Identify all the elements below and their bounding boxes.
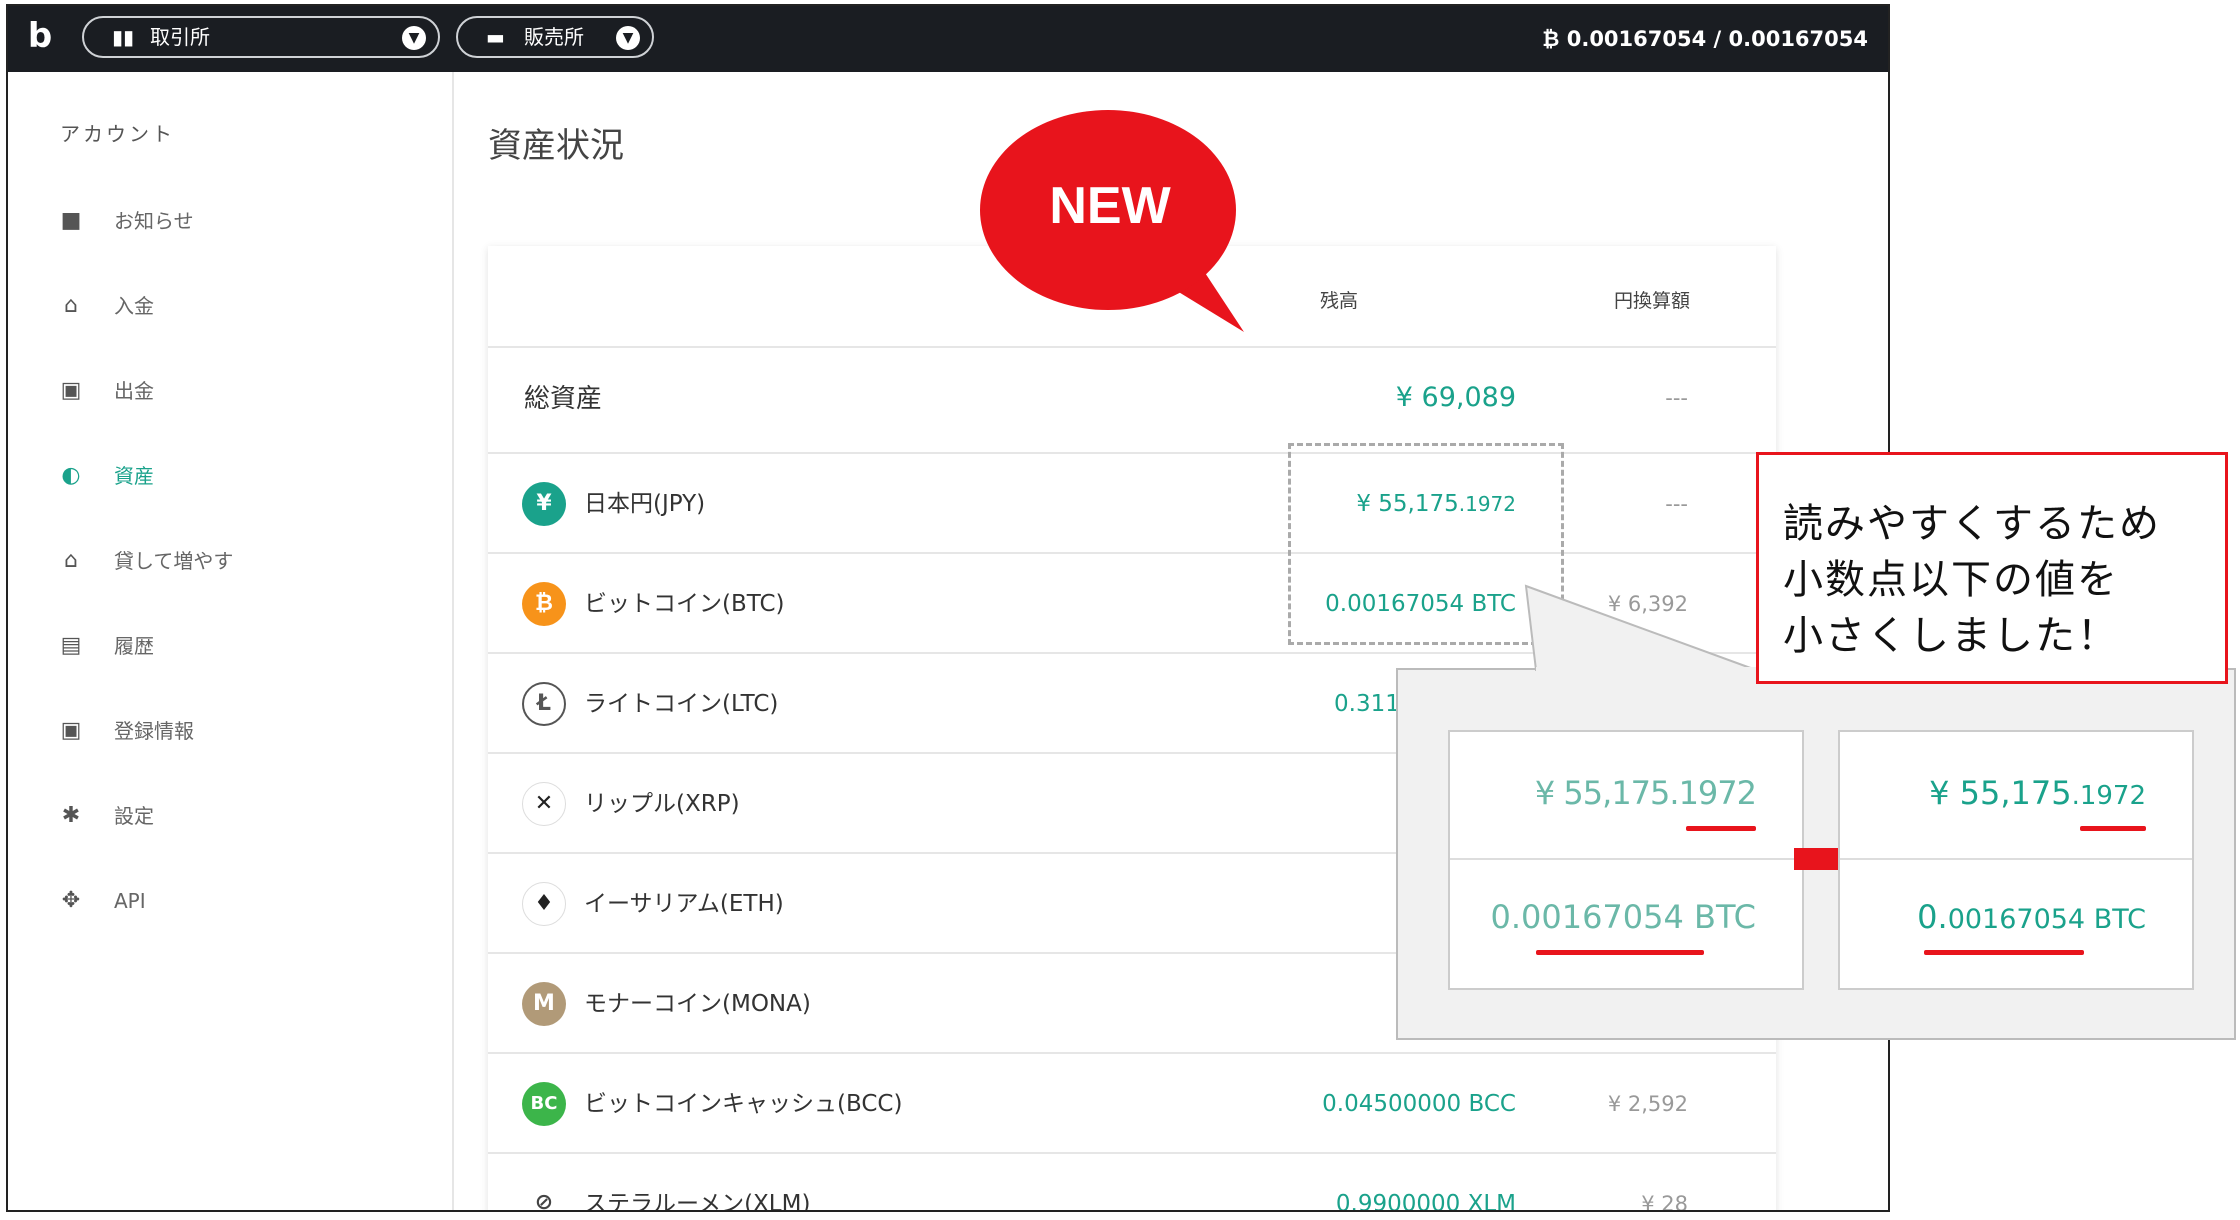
yen-coin-icon: ¥ [522, 482, 566, 526]
id-badge-icon: ▣ [60, 718, 82, 743]
after-jpy-integer: ¥ 55,175 [1929, 774, 2072, 812]
underline-mark [2080, 826, 2146, 831]
currency-name: ビットコインキャッシュ(BCC) [584, 1091, 903, 1117]
sidebar-item-profile[interactable]: ▣ 登録情報 [58, 711, 418, 751]
ripple-coin-icon: ✕ [522, 782, 566, 826]
sidebar-item-api[interactable]: ✥ API [58, 881, 418, 921]
callout-line-1: 読みやすくするため [1783, 501, 2161, 547]
total-label: 総資産 [524, 384, 603, 414]
sidebar-item-label: 登録情報 [114, 719, 194, 743]
sidebar-item-label: お知らせ [114, 209, 194, 233]
sidebar-item-withdraw[interactable]: ▣ 出金 [58, 371, 418, 411]
table-row[interactable]: BC ビットコインキャッシュ(BCC) 0.04500000 BCC ¥ 2,5… [488, 1052, 1776, 1152]
gear-icon: ✱ [61, 803, 81, 828]
bitcoin-cash-coin-icon: BC [522, 1082, 566, 1126]
sidebar-item-assets[interactable]: ◐ 資産 [58, 456, 418, 496]
callout-pointer [1524, 584, 1757, 671]
after-btc-value: 0.00167054 BTC [1917, 898, 2146, 936]
column-header-balance: 残高 [1320, 290, 1359, 312]
after-btc-unit: BTC [2085, 904, 2146, 935]
currency-name: リップル(XRP) [584, 791, 740, 817]
sidebar-item-label: 履歴 [114, 634, 154, 658]
chevron-down-icon: ▼ [402, 26, 426, 50]
currency-name: 日本円(JPY) [584, 491, 706, 517]
exchange-selector[interactable]: ▮▮ 取引所 ▼ [82, 16, 440, 58]
exchange-label: 取引所 [150, 25, 210, 49]
sidebar-item-label: 設定 [114, 804, 154, 828]
bank-icon: ⌂ [64, 293, 78, 318]
total-assets-row: 総資産 ¥ 69,089 --- [488, 346, 1776, 452]
chevron-down-icon: ▼ [616, 26, 640, 50]
total-balance: ¥ 69,089 [1395, 382, 1516, 413]
sidebar-item-label: API [114, 889, 146, 913]
message-icon: ■ [60, 208, 82, 233]
jpy-value: --- [1665, 492, 1688, 516]
before-zoom-box: ¥ 55,175.1972 0.00167054 BTC [1448, 730, 1804, 990]
underline-mark [1536, 950, 1704, 955]
after-jpy-value: ¥ 55,175.1972 [1929, 774, 2146, 812]
after-jpy-decimal: .1972 [2071, 781, 2146, 811]
bitcoin-coin-icon: ₿ [522, 582, 566, 626]
store-icon: ▬ [486, 25, 505, 49]
bank-icon: ⌂ [64, 548, 78, 573]
new-badge-text: NEW [1049, 177, 1171, 235]
column-header-jpy: 円換算額 [1614, 290, 1691, 312]
after-zoom-box: ¥ 55,175.1972 0.00167054 BTC [1838, 730, 2194, 990]
bar-chart-icon: ▮▮ [112, 25, 135, 49]
currency-balance: 0.9900000 XLM [1335, 1191, 1516, 1212]
sidebar-item-label: 資産 [114, 464, 154, 488]
litecoin-coin-icon: Ł [522, 682, 566, 726]
stellar-coin-icon: ⊘ [522, 1182, 566, 1210]
page-title: 資産状況 [488, 126, 624, 166]
underline-mark [1686, 826, 1756, 831]
after-btc-integer: 0. [1917, 898, 1948, 936]
before-jpy-value: ¥ 55,175.1972 [1534, 774, 1757, 812]
wallet-icon: ▣ [60, 378, 82, 403]
sidebar-item-label: 貸して増やす [114, 549, 234, 573]
bitbank-logo[interactable]: b [20, 16, 60, 56]
api-icon: ✥ [61, 888, 81, 913]
jpy-value: ¥ 28 [1641, 1192, 1688, 1212]
callout-line-3: 小さくしました！ [1783, 613, 2119, 659]
table-row[interactable]: ¥ 日本円(JPY) ¥ 55,175.1972 --- [488, 452, 1776, 552]
sidebar-item-settings[interactable]: ✱ 設定 [58, 796, 418, 836]
shop-label: 販売所 [524, 25, 584, 49]
sidebar: アカウント ■ お知らせ ⌂ 入金 ▣ 出金 ◐ 資産 ⌂ 貸して増やす ▤ 履歴 ▣ 登録情… [8, 72, 454, 1210]
sidebar-item-news[interactable]: ■ お知らせ [58, 201, 418, 241]
bitcoin-icon: ₿ [1542, 27, 1560, 51]
sidebar-item-deposit[interactable]: ⌂ 入金 [58, 286, 418, 326]
pie-chart-icon: ◐ [61, 463, 81, 488]
currency-name: イーサリアム(ETH) [584, 891, 784, 917]
sidebar-item-label: 入金 [114, 294, 154, 318]
currency-name: ステラルーメン(XLM) [584, 1191, 811, 1212]
currency-name: ビットコイン(BTC) [584, 591, 785, 617]
zoom-comparison-panel: ¥ 55,175.1972 0.00167054 BTC ¥ 55,175.19… [1396, 668, 2236, 1040]
underline-mark [1924, 950, 2084, 955]
callout-line-2: 小数点以下の値を [1783, 557, 2119, 603]
balance-text: 0.00167054 / 0.00167054 [1566, 27, 1868, 51]
after-btc-decimal: 00167054 [1947, 904, 2086, 935]
currency-name: ライトコイン(LTC) [584, 691, 779, 717]
jpy-value: ¥ 2,592 [1607, 1092, 1688, 1116]
clipboard-icon: ▤ [60, 633, 82, 658]
currency-name: モナーコイン(MONA) [584, 991, 811, 1017]
sidebar-item-lending[interactable]: ⌂ 貸して増やす [58, 541, 418, 581]
sidebar-item-label: 出金 [114, 379, 154, 403]
sidebar-item-history[interactable]: ▤ 履歴 [58, 626, 418, 666]
top-bar: b ▮▮ 取引所 ▼ ▬ 販売所 ▼ ₿ 0.00167054 / 0.0016… [8, 6, 1888, 72]
sidebar-heading: アカウント [60, 122, 175, 146]
explanation-callout: 読みやすくするため 小数点以下の値を 小さくしました！ [1756, 452, 2228, 684]
before-btc-value: 0.00167054 BTC [1490, 898, 1756, 936]
shop-selector[interactable]: ▬ 販売所 ▼ [456, 16, 654, 58]
btc-balance: ₿ 0.00167054 / 0.00167054 [1542, 6, 1868, 72]
table-row[interactable]: ⊘ ステラルーメン(XLM) 0.9900000 XLM ¥ 28 [488, 1152, 1776, 1212]
currency-balance: 0.04500000 BCC [1322, 1091, 1516, 1117]
monacoin-coin-icon: M [522, 982, 566, 1026]
total-jpy: --- [1665, 386, 1688, 410]
ethereum-coin-icon: ♦ [522, 882, 566, 926]
